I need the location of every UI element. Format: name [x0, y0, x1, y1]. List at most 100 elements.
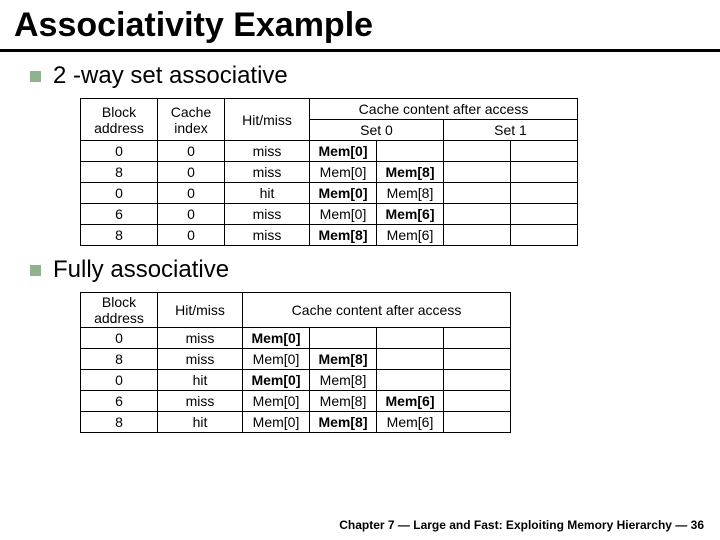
table-cell: 0: [81, 328, 158, 349]
table-cell: 0: [158, 204, 225, 225]
section-fully: Fully associative Block address Hit/miss…: [0, 256, 720, 433]
table-row: 6missMem[0]Mem[8]Mem[6]: [81, 391, 511, 412]
table-cell: Mem[8]: [377, 183, 444, 204]
col-block: Block address: [81, 99, 158, 141]
table-row: 0hitMem[0]Mem[8]: [81, 370, 511, 391]
slide: Associativity Example 2 -way set associa…: [0, 0, 720, 540]
table-cell: miss: [158, 328, 243, 349]
table-cell: [444, 162, 511, 183]
table-cell: [511, 225, 578, 246]
table-cell: Mem[0]: [310, 183, 377, 204]
table-row: 00missMem[0]: [81, 141, 578, 162]
table-cell: [310, 328, 377, 349]
section-title-fully: Fully associative: [53, 256, 229, 284]
table-cell: [444, 141, 511, 162]
section-two-way: 2 -way set associative Block address Cac…: [0, 62, 720, 246]
square-bullet-icon: [30, 71, 41, 82]
table-row: 80missMem[0]Mem[8]: [81, 162, 578, 183]
table-cell: hit: [225, 183, 310, 204]
col-block: Block address: [81, 293, 158, 328]
table-cell: [444, 183, 511, 204]
col-hit: Hit/miss: [158, 293, 243, 328]
table-wrap-fully: Block address Hit/miss Cache content aft…: [30, 292, 720, 433]
table-cell: Mem[0]: [243, 412, 310, 433]
table-cell: Mem[0]: [243, 391, 310, 412]
table-cell: 6: [81, 204, 158, 225]
table-cell: Mem[6]: [377, 204, 444, 225]
table-cell: 8: [81, 349, 158, 370]
table-cell: 8: [81, 412, 158, 433]
col-set1: Set 1: [444, 120, 578, 141]
section-head: 2 -way set associative: [30, 62, 720, 90]
table-cell: Mem[6]: [377, 391, 444, 412]
table-cell: [377, 141, 444, 162]
table-cell: hit: [158, 370, 243, 391]
table-cell: Mem[8]: [310, 412, 377, 433]
table-cell: 8: [81, 162, 158, 183]
col-hit: Hit/miss: [225, 99, 310, 141]
table-cell: miss: [225, 225, 310, 246]
table-cell: Mem[0]: [243, 349, 310, 370]
table-cell: 0: [81, 141, 158, 162]
table-row: 8missMem[0]Mem[8]: [81, 349, 511, 370]
table-cell: Mem[8]: [310, 370, 377, 391]
table-cell: [444, 412, 511, 433]
table-row: 80missMem[8]Mem[6]: [81, 225, 578, 246]
table-wrap-two-way: Block address Cache index Hit/miss Cache…: [30, 98, 720, 246]
table-cell: 0: [81, 370, 158, 391]
table-cell: hit: [158, 412, 243, 433]
table-cell: Mem[0]: [310, 162, 377, 183]
table-cell: [444, 225, 511, 246]
table-cell: [444, 391, 511, 412]
title-block: Associativity Example: [0, 0, 720, 52]
table-cell: miss: [158, 391, 243, 412]
table-cell: [377, 349, 444, 370]
table-cell: [444, 370, 511, 391]
table-cell: [444, 349, 511, 370]
table-cell: 0: [158, 162, 225, 183]
table-cell: 6: [81, 391, 158, 412]
slide-footer: Chapter 7 — Large and Fast: Exploiting M…: [339, 518, 704, 532]
table-cell: miss: [158, 349, 243, 370]
table-cell: 8: [81, 225, 158, 246]
table-cell: miss: [225, 204, 310, 225]
square-bullet-icon: [30, 265, 41, 276]
table-cell: 0: [158, 225, 225, 246]
table-cell: 0: [158, 141, 225, 162]
table-header-row: Block address Cache index Hit/miss Cache…: [81, 99, 578, 120]
table-cell: Mem[0]: [243, 328, 310, 349]
table-cell: miss: [225, 162, 310, 183]
table-row: 00hitMem[0]Mem[8]: [81, 183, 578, 204]
table-cell: Mem[0]: [243, 370, 310, 391]
table-row: 60missMem[0]Mem[6]: [81, 204, 578, 225]
table-header-row: Block address Hit/miss Cache content aft…: [81, 293, 511, 328]
table-cell: [377, 328, 444, 349]
table-cell: [511, 162, 578, 183]
col-index: Cache index: [158, 99, 225, 141]
table-cell: [444, 204, 511, 225]
table-fully: Block address Hit/miss Cache content aft…: [80, 292, 511, 433]
col-set0: Set 0: [310, 120, 444, 141]
page-title: Associativity Example: [14, 6, 720, 45]
table-row: 8hitMem[0]Mem[8]Mem[6]: [81, 412, 511, 433]
table-two-way: Block address Cache index Hit/miss Cache…: [80, 98, 578, 246]
table-cell: [444, 328, 511, 349]
table-cell: Mem[8]: [310, 225, 377, 246]
table-cell: Mem[8]: [310, 391, 377, 412]
table-cell: Mem[6]: [377, 225, 444, 246]
table-cell: miss: [225, 141, 310, 162]
table-cell: Mem[0]: [310, 204, 377, 225]
table-cell: 0: [158, 183, 225, 204]
section-head: Fully associative: [30, 256, 720, 284]
table-cell: [511, 204, 578, 225]
col-content: Cache content after access: [310, 99, 578, 120]
table-cell: Mem[8]: [377, 162, 444, 183]
section-title-two-way: 2 -way set associative: [53, 62, 288, 90]
table-cell: 0: [81, 183, 158, 204]
table-row: 0missMem[0]: [81, 328, 511, 349]
table-cell: Mem[6]: [377, 412, 444, 433]
table-cell: Mem[0]: [310, 141, 377, 162]
col-content: Cache content after access: [243, 293, 511, 328]
table-cell: [511, 141, 578, 162]
table-cell: [511, 183, 578, 204]
